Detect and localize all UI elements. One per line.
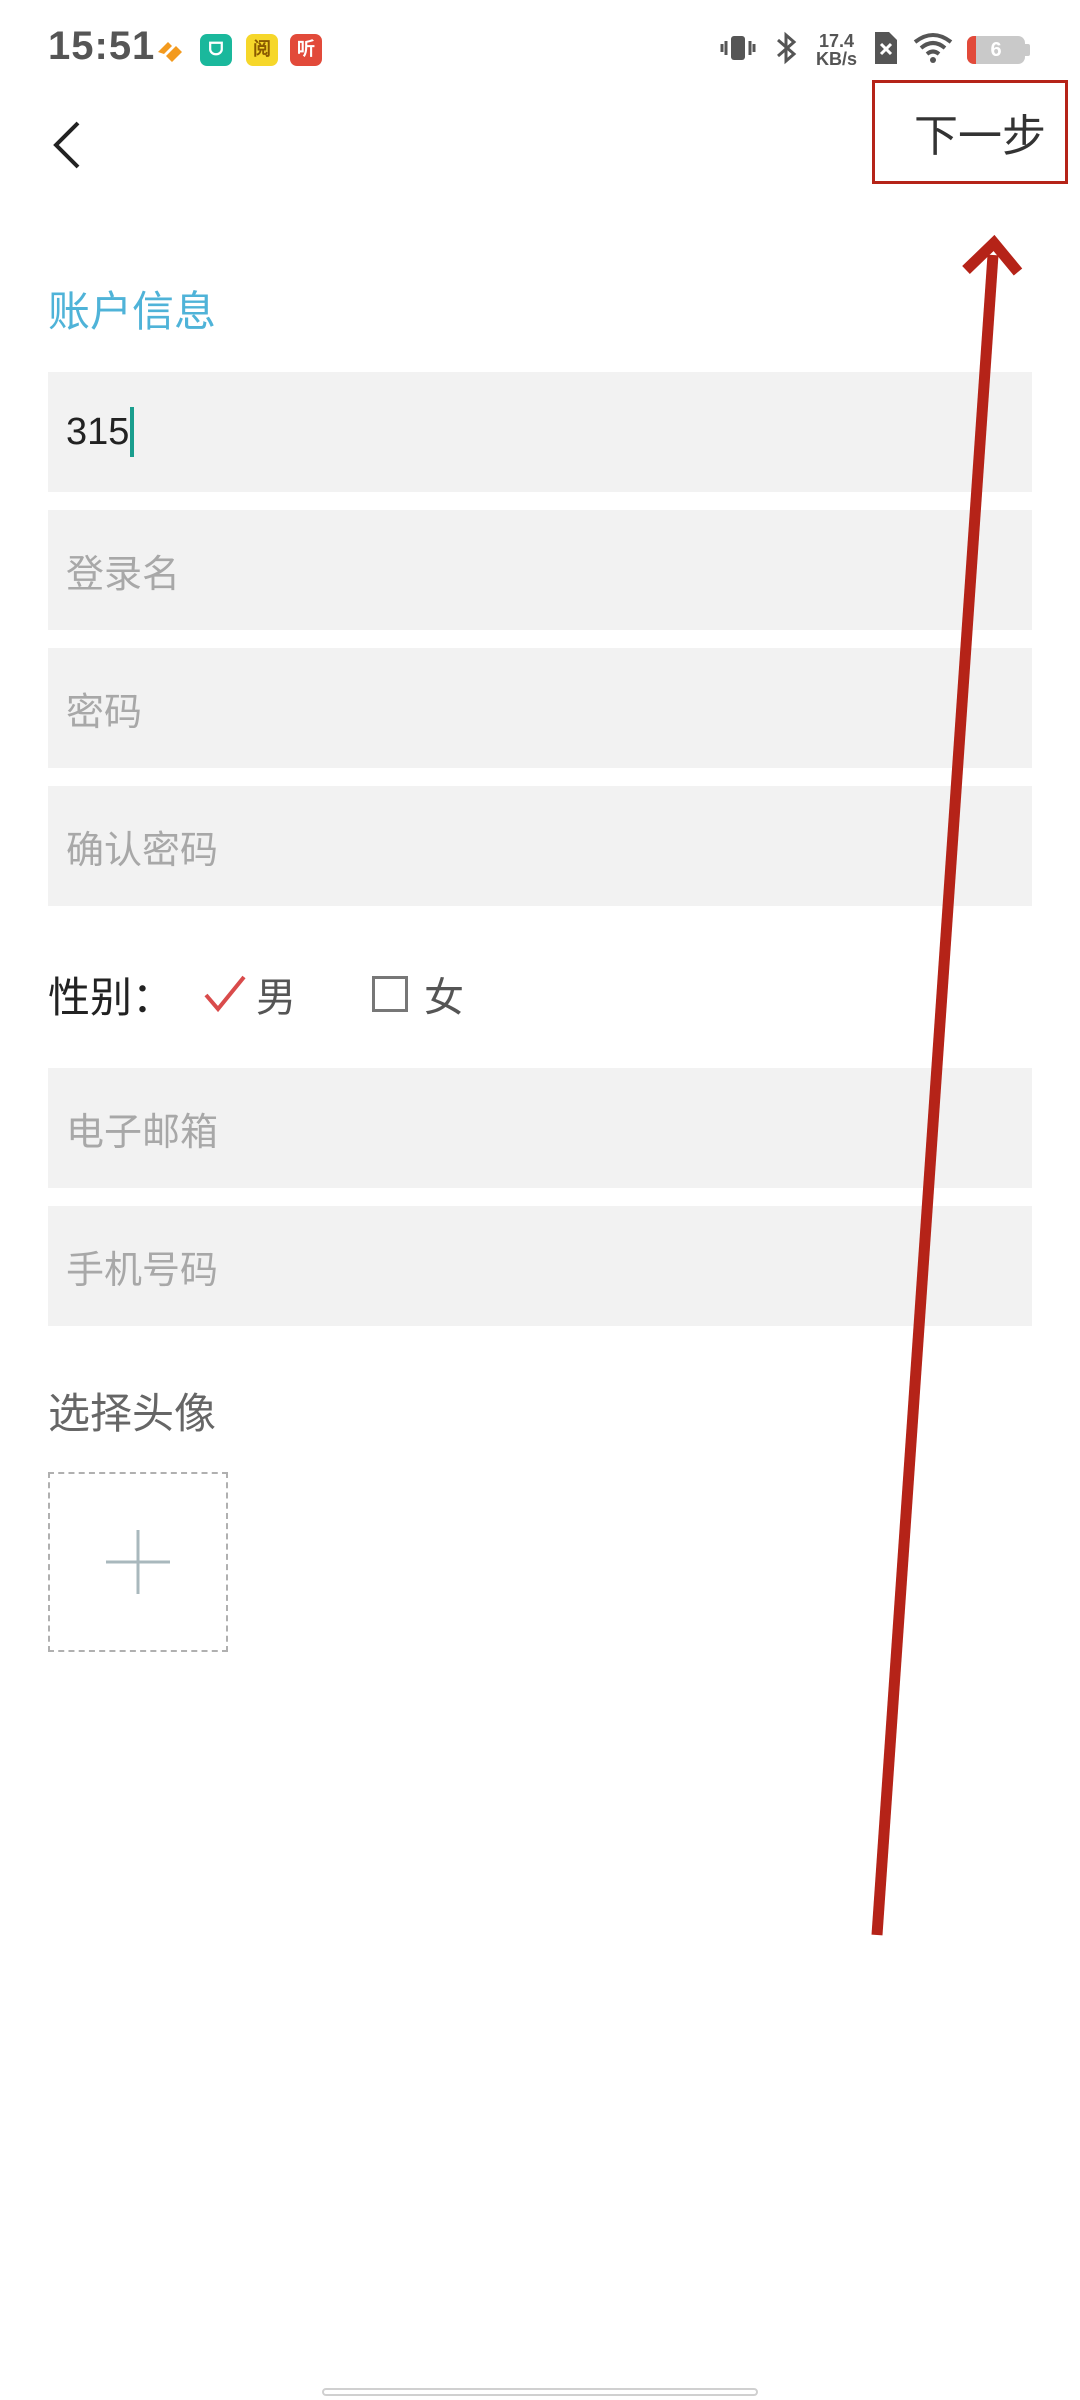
avatar-label: 选择头像 [48,1389,217,1438]
password-placeholder: 密码 [66,689,143,734]
gender-female-option[interactable]: 女 [366,965,464,1023]
annotation-arrow [871,234,1023,1936]
confirm-password-field[interactable]: 确认密码 [48,786,1032,906]
password-field[interactable]: 密码 [48,648,1032,768]
gender-row: 性别： 男 女 [48,962,464,1026]
vibrate-icon [718,32,758,68]
plus-icon [106,1530,170,1594]
gender-male-label: 男 [256,975,297,1021]
reader-app-icon: 阅 [246,34,278,66]
wifi-icon [913,32,953,68]
no-sim-icon [871,30,899,70]
checkmark-icon [204,975,246,1013]
login-name-placeholder: 登录名 [66,551,181,596]
gender-label: 性别： [48,972,175,1022]
section-title: 账户信息 [48,287,217,336]
battery-level: 6 [990,38,1002,61]
avatar-picker[interactable] [48,1472,228,1652]
username-field[interactable]: 315 [48,372,1032,492]
checkbox-icon [372,976,409,1012]
text-caret [130,407,135,457]
listen-app-icon: 听 [290,34,322,66]
confirm-password-placeholder: 确认密码 [66,827,219,872]
email-placeholder: 电子邮箱 [66,1109,219,1154]
username-value: 315 [66,410,130,453]
phone-placeholder: 手机号码 [66,1247,219,1292]
tmall-app-icon: ᗜ [200,34,232,66]
status-time: 15:51 [48,24,156,68]
health-app-icon [154,34,186,66]
back-button[interactable] [48,110,98,180]
next-step-label: 下一步 [914,111,1046,162]
home-indicator[interactable] [322,2388,758,2396]
gender-male-option[interactable]: 男 [202,965,296,1023]
battery-icon: 6 [967,36,1030,64]
gender-female-label: 女 [424,975,465,1021]
phone-field[interactable]: 手机号码 [48,1206,1032,1326]
status-icons: 17.4 KB/s 6 [718,28,1030,72]
chevron-left-icon [53,121,80,169]
net-speed: 17.4 KB/s [815,31,857,69]
login-name-field[interactable]: 登录名 [48,510,1032,630]
email-field[interactable]: 电子邮箱 [48,1068,1032,1188]
bluetooth-icon [772,30,802,70]
next-step-button[interactable]: 下一步 [872,80,1068,184]
